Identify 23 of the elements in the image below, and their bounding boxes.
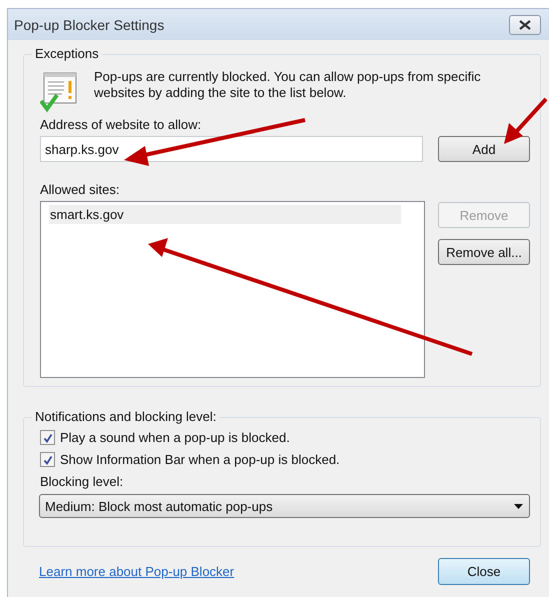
learn-more-link[interactable]: Learn more about Pop-up Blocker <box>39 564 234 579</box>
close-button[interactable] <box>509 14 541 34</box>
address-field[interactable]: sharp.ks.gov <box>40 136 423 162</box>
site-item[interactable]: smart.ks.gov <box>49 205 401 224</box>
checkbox[interactable] <box>40 452 55 467</box>
checkbox-label: Play a sound when a pop-up is blocked. <box>60 430 290 445</box>
field-label: Blocking level: <box>40 474 124 489</box>
add-button[interactable]: Add <box>438 136 530 162</box>
close-icon <box>519 20 531 30</box>
dropdown-arrow-icon <box>514 504 523 508</box>
allowed-sites-list[interactable]: smart.ks.gov <box>40 201 425 378</box>
checkbox[interactable] <box>40 430 55 445</box>
checkbox-label: Show Information Bar when a pop-up is blocked. <box>60 452 340 467</box>
window-title: Pop-up Blocker Settings <box>14 16 164 32</box>
group-legend: Notifications and blocking level: <box>32 409 220 424</box>
field-label: Address of website to allow: <box>40 117 202 132</box>
close-dialog-button[interactable]: Close <box>438 558 530 585</box>
blocking-level-dropdown[interactable]: Medium: Block most automatic pop-ups <box>39 494 530 518</box>
group-legend: Exceptions <box>32 46 102 61</box>
remove-all-button[interactable]: Remove all... <box>438 239 530 265</box>
list-label: Allowed sites: <box>40 182 120 197</box>
annotation-arrow <box>504 98 548 144</box>
info-message: Pop-ups are currently blocked. You can allow pop-ups from specific websites by adding the site to the list below. <box>94 69 482 101</box>
